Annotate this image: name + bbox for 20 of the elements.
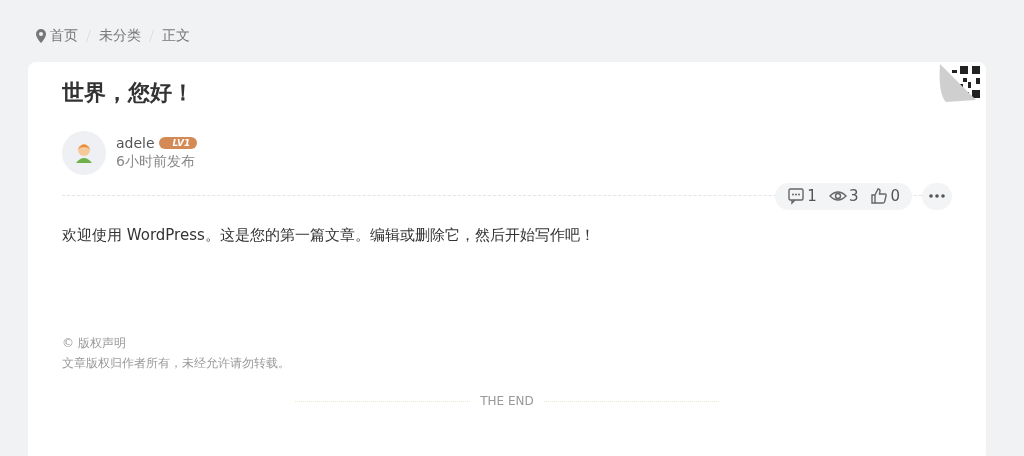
likes-count: 0: [890, 187, 900, 205]
copyright-title: © 版权声明: [62, 335, 127, 352]
location-pin-icon: [36, 29, 46, 43]
post-content: 欢迎使用 WordPress。这是您的第一篇文章。编辑或删除它，然后开始写作吧！: [62, 226, 596, 245]
comments-count: 1: [807, 187, 817, 205]
breadcrumb-link[interactable]: 正文: [162, 27, 190, 45]
thumbs-up-icon: [870, 187, 889, 205]
post-time: 6小时前发布: [116, 153, 196, 171]
breadcrumb-link[interactable]: 首页: [50, 27, 78, 45]
avatar[interactable]: [62, 131, 106, 175]
breadcrumb-link[interactable]: 未分类: [99, 27, 141, 45]
comment-icon: [787, 187, 806, 205]
views-count: 3: [848, 187, 859, 205]
more-icon: [929, 194, 945, 198]
author-name[interactable]: adele: [116, 135, 155, 151]
post-title: 世界，您好！: [62, 79, 195, 107]
level-badge: LV1: [158, 137, 198, 149]
end-label: THE END: [480, 394, 534, 408]
more-button[interactable]: [922, 182, 952, 210]
copyright-text: 文章版权归作者所有，未经允许请勿转载。: [62, 355, 291, 372]
